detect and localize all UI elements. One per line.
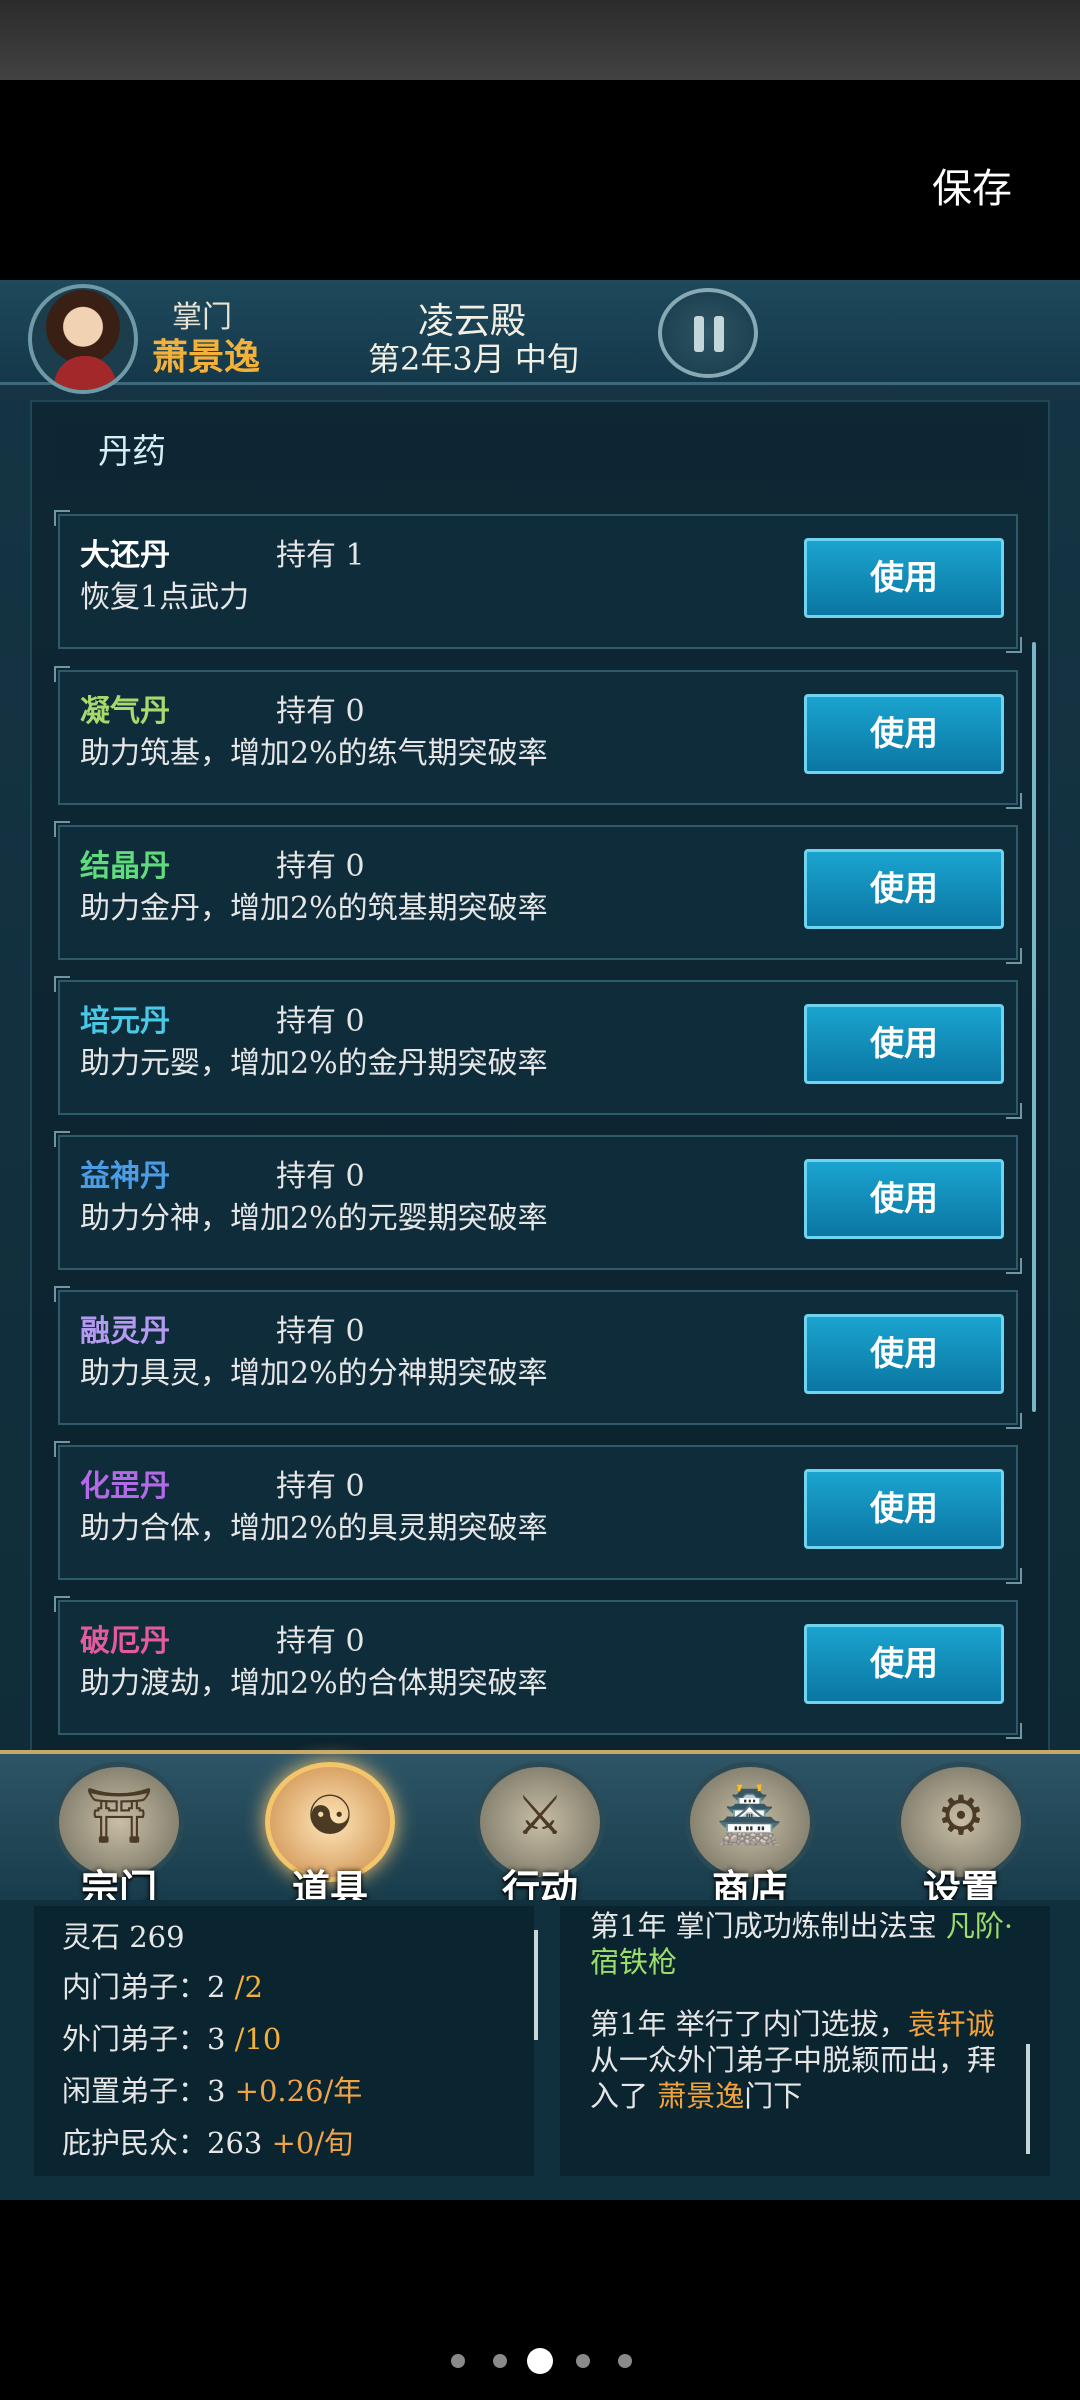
item-name: 融灵丹 xyxy=(80,1314,170,1349)
log-entry: 第1年 掌门成功炼制出法宝 凡阶·宿铁枪 xyxy=(590,1909,1014,1979)
item-row: 大还丹 持有 1 恢复1点武力 使用 xyxy=(54,510,1022,653)
item-name: 结晶丹 xyxy=(80,849,170,884)
item-description: 助力金丹，增加2%的筑基期突破率 xyxy=(80,891,548,926)
nav-item-sect[interactable]: ⛩ 宗门 xyxy=(44,1762,194,1911)
event-log[interactable]: 第1年 掌门成功炼制出法宝 凡阶·宿铁枪 第1年 举行了内门选拔，袁轩诚从一众外… xyxy=(560,1906,1050,2176)
nav-item-shop[interactable]: 🏯 商店 xyxy=(675,1762,825,1911)
item-description: 助力具灵，增加2%的分神期突破率 xyxy=(80,1356,548,1391)
item-bag-icon: ☯ xyxy=(305,1784,355,1847)
sect-gate-icon: ⛩ xyxy=(84,1784,154,1847)
item-name: 凝气丹 xyxy=(80,694,170,729)
spirit-stone-count: 灵石 269 xyxy=(62,1920,185,1954)
item-hold-count: 持有 1 xyxy=(276,538,365,573)
log-scrollbar[interactable] xyxy=(1026,2044,1030,2154)
pause-button[interactable] xyxy=(658,288,758,378)
use-button[interactable]: 使用 xyxy=(804,1159,1004,1239)
list-scrollbar[interactable] xyxy=(1032,642,1036,1412)
item-row: 益神丹 持有 0 助力分神，增加2%的元婴期突破率 使用 xyxy=(54,1131,1022,1274)
log-disciple-name: 袁轩诚 xyxy=(907,2007,995,2041)
action-sword-icon: ⚔ xyxy=(515,1784,565,1847)
top-bar: 保存 xyxy=(0,80,1080,280)
sect-stats: 灵石 269 内门弟子：2 /2 外门弟子：3 /10 闲置弟子：3 +0.26… xyxy=(34,1906,534,2176)
leader-name: 萧景逸 xyxy=(152,336,261,378)
item-panel: 丹药 大还丹 持有 1 恢复1点武力 使用 凝气丹 持有 0 助力筑基，增加2%… xyxy=(30,400,1050,1875)
page-dot[interactable] xyxy=(493,2354,507,2368)
protected-people: 庇护民众：263 +0/旬 xyxy=(62,2126,354,2160)
nav-item-action[interactable]: ⚔ 行动 xyxy=(465,1762,615,1911)
page-dot[interactable] xyxy=(618,2354,632,2368)
nav-item-settings[interactable]: ⚙ 设置 xyxy=(886,1762,1036,1911)
item-name: 培元丹 xyxy=(80,1004,170,1039)
item-name: 益神丹 xyxy=(80,1159,170,1194)
protected-people-rate: +0/旬 xyxy=(271,2126,354,2160)
bottom-nav: ⛩ 宗门 ☯ 道具 ⚔ 行动 🏯 商店 ⚙ 设置 xyxy=(0,1750,1080,1911)
item-description: 助力筑基，增加2%的练气期突破率 xyxy=(80,736,548,771)
item-description: 助力元婴，增加2%的金丹期突破率 xyxy=(80,1046,548,1081)
use-button[interactable]: 使用 xyxy=(804,1624,1004,1704)
game-screen: 掌门 萧景逸 凌云殿 第2年3月 中旬 丹药 大还丹 持有 1 恢复1点武力 使… xyxy=(0,280,1080,2200)
page-dot-active[interactable] xyxy=(527,2348,553,2374)
item-row: 融灵丹 持有 0 助力具灵，增加2%的分神期突破率 使用 xyxy=(54,1286,1022,1429)
item-description: 助力分神，增加2%的元婴期突破率 xyxy=(80,1201,548,1236)
item-hold-count: 持有 0 xyxy=(276,694,365,729)
item-name: 大还丹 xyxy=(80,538,170,573)
item-hold-count: 持有 0 xyxy=(276,849,365,884)
game-header: 掌门 萧景逸 凌云殿 第2年3月 中旬 xyxy=(0,280,1080,394)
save-button[interactable]: 保存 xyxy=(932,156,1012,214)
idle-disciples: 闲置弟子：3 +0.26/年 xyxy=(62,2074,363,2108)
info-area: 灵石 269 内门弟子：2 /2 外门弟子：3 /10 闲置弟子：3 +0.26… xyxy=(0,1900,1080,2200)
leader-avatar[interactable] xyxy=(28,284,138,394)
page-dot[interactable] xyxy=(451,2354,465,2368)
game-date: 第2年3月 中旬 xyxy=(368,340,579,378)
item-hold-count: 持有 0 xyxy=(276,1314,365,1349)
gear-icon: ⚙ xyxy=(936,1784,986,1847)
log-master-name: 萧景逸 xyxy=(657,2079,745,2113)
log-entry: 第1年 举行了内门选拔，袁轩诚从一众外门弟子中脱颖而出，拜入了 萧景逸门下 xyxy=(590,2007,997,2113)
outer-disciples: 外门弟子：3 /10 xyxy=(62,2022,282,2056)
item-row: 培元丹 持有 0 助力元婴，增加2%的金丹期突破率 使用 xyxy=(54,976,1022,1119)
use-button[interactable]: 使用 xyxy=(804,1314,1004,1394)
nav-item-items[interactable]: ☯ 道具 xyxy=(255,1762,405,1911)
use-button[interactable]: 使用 xyxy=(804,1469,1004,1549)
page-dot[interactable] xyxy=(576,2354,590,2368)
idle-disciples-rate: +0.26/年 xyxy=(234,2074,363,2108)
item-description: 助力合体，增加2%的具灵期突破率 xyxy=(80,1511,548,1546)
use-button[interactable]: 使用 xyxy=(804,538,1004,618)
inner-disciples: 内门弟子：2 /2 xyxy=(62,1970,263,2004)
shop-icon: 🏯 xyxy=(716,1784,784,1847)
page-indicator xyxy=(0,2346,1080,2376)
status-bar xyxy=(0,0,1080,80)
inner-disciples-cap: /2 xyxy=(234,1970,263,2004)
item-row: 凝气丹 持有 0 助力筑基，增加2%的练气期突破率 使用 xyxy=(54,666,1022,809)
item-hold-count: 持有 0 xyxy=(276,1004,365,1039)
item-name: 破厄丹 xyxy=(80,1624,170,1659)
use-button[interactable]: 使用 xyxy=(804,849,1004,929)
item-row: 破厄丹 持有 0 助力渡劫，增加2%的合体期突破率 使用 xyxy=(54,1596,1022,1739)
use-button[interactable]: 使用 xyxy=(804,1004,1004,1084)
stats-divider xyxy=(534,1930,538,2040)
item-row: 结晶丹 持有 0 助力金丹，增加2%的筑基期突破率 使用 xyxy=(54,821,1022,964)
item-hold-count: 持有 0 xyxy=(276,1624,365,1659)
section-title: 丹药 xyxy=(56,422,1026,482)
outer-disciples-cap: /10 xyxy=(234,2022,282,2056)
item-description: 助力渡劫，增加2%的合体期突破率 xyxy=(80,1666,548,1701)
item-row: 化罡丹 持有 0 助力合体，增加2%的具灵期突破率 使用 xyxy=(54,1441,1022,1584)
item-hold-count: 持有 0 xyxy=(276,1159,365,1194)
item-name: 化罡丹 xyxy=(80,1469,170,1504)
item-description: 恢复1点武力 xyxy=(80,580,250,615)
use-button[interactable]: 使用 xyxy=(804,694,1004,774)
item-hold-count: 持有 0 xyxy=(276,1469,365,1504)
